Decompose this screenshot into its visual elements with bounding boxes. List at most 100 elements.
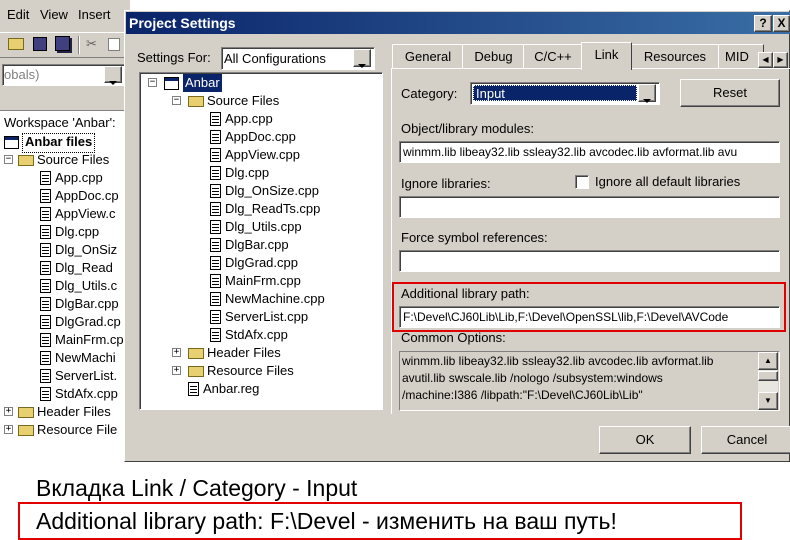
expand-toggle-icon[interactable]: − xyxy=(4,155,13,164)
menu-insert[interactable]: Insert xyxy=(78,7,111,22)
file-icon xyxy=(210,220,221,234)
tree-folder-item[interactable]: Source Files xyxy=(207,92,279,110)
tab-general[interactable]: General xyxy=(392,44,464,69)
common-options-line: winmm.lib libeay32.lib ssleay32.lib avco… xyxy=(402,354,714,368)
tree-folder-item[interactable]: Source Files xyxy=(37,151,109,169)
common-options-box[interactable]: winmm.lib libeay32.lib ssleay32.lib avco… xyxy=(399,351,780,411)
help-button[interactable]: ? xyxy=(754,15,772,32)
ignore-all-checkbox[interactable] xyxy=(575,175,589,189)
scroll-thumb[interactable] xyxy=(758,371,778,381)
tree-file-item[interactable]: DlgGrad.cpp xyxy=(225,254,298,272)
expand-toggle-icon[interactable]: + xyxy=(4,425,13,434)
category-dropdown[interactable] xyxy=(638,84,656,103)
menu-view[interactable]: View xyxy=(40,7,68,22)
tab-debug[interactable]: Debug xyxy=(462,44,525,69)
project-icon xyxy=(164,77,179,90)
tab-resources[interactable]: Resources xyxy=(630,44,720,69)
object-modules-label: Object/library modules: xyxy=(401,121,534,136)
expand-toggle-icon[interactable]: + xyxy=(4,407,13,416)
tree-file-item[interactable]: App.cpp xyxy=(225,110,273,128)
ok-button[interactable]: OK xyxy=(599,426,691,454)
tree-file-item[interactable]: DlgBar.cpp xyxy=(225,236,289,254)
tree-file-item[interactable]: DlgBar.cpp xyxy=(55,295,119,313)
save-all-icon[interactable] xyxy=(55,36,70,51)
tree-file-item[interactable]: Dlg_Utils.cpp xyxy=(225,218,302,236)
tree-file-item[interactable]: App.cpp xyxy=(55,169,103,187)
file-icon xyxy=(188,382,199,396)
open-icon[interactable] xyxy=(8,38,24,50)
cut-icon[interactable]: ✂ xyxy=(86,36,97,52)
ignore-all-label: Ignore all default libraries xyxy=(595,174,741,189)
tree-file-item[interactable]: Anbar.reg xyxy=(203,380,259,398)
tree-folder-item[interactable]: Header Files xyxy=(37,403,111,421)
dialog-title: Project Settings xyxy=(129,15,236,31)
file-icon xyxy=(210,112,221,126)
tree-file-item[interactable]: NewMachine.cpp xyxy=(225,290,325,308)
save-icon[interactable] xyxy=(33,37,47,51)
tree-file-item[interactable]: ServerList. xyxy=(55,367,117,385)
tab-c-c-[interactable]: C/C++ xyxy=(523,44,583,69)
common-options-scrollbar[interactable]: ▲ ▼ xyxy=(758,352,778,410)
tree-file-item[interactable]: AppDoc.cpp xyxy=(225,128,296,146)
ide-combo-value: obals) xyxy=(4,67,40,82)
category-combo[interactable]: Input xyxy=(470,82,660,105)
tree-file-item[interactable]: Dlg.cpp xyxy=(55,223,99,241)
tree-folder-item[interactable]: Resource Files xyxy=(207,362,294,380)
tree-file-item[interactable]: Dlg.cpp xyxy=(225,164,269,182)
tree-file-item[interactable]: StdAfx.cpp xyxy=(225,326,288,344)
ide-combo-dropdown[interactable] xyxy=(104,66,122,85)
ide-combo[interactable]: obals) xyxy=(2,64,126,86)
ide-menu-bar: Edit View Insert xyxy=(0,4,130,26)
file-icon xyxy=(40,261,51,275)
menu-edit[interactable]: Edit xyxy=(7,7,29,22)
copy-icon[interactable] xyxy=(108,38,120,51)
tree-file-item[interactable]: Dlg_ReadTs.cpp xyxy=(225,200,320,218)
tab-scroll-left-button[interactable]: ◀ xyxy=(758,52,773,68)
tree-file-item[interactable]: MainFrm.cpp xyxy=(225,272,301,290)
tree-file-item[interactable]: DlgGrad.cp xyxy=(55,313,121,331)
tab-scroll-right-button[interactable]: ▶ xyxy=(773,52,788,68)
tree-file-item[interactable]: Dlg_Utils.c xyxy=(55,277,117,295)
expand-toggle-icon[interactable]: + xyxy=(172,348,181,357)
settings-for-dropdown[interactable] xyxy=(353,49,371,68)
tree-file-item[interactable]: AppView.c xyxy=(55,205,115,223)
tab-link[interactable]: Link xyxy=(581,42,632,70)
tree-file-item[interactable]: NewMachi xyxy=(55,349,116,367)
cancel-button[interactable]: Cancel xyxy=(701,426,790,454)
file-icon xyxy=(210,274,221,288)
close-button[interactable]: X xyxy=(773,15,790,32)
settings-tree[interactable]: − Anbar − Source Files App.cpp AppDoc.cpp AppV… xyxy=(139,72,383,410)
scroll-down-button[interactable]: ▼ xyxy=(758,392,778,410)
chevron-down-icon xyxy=(643,99,651,103)
tree-file-item[interactable]: Dlg_OnSiz xyxy=(55,241,117,259)
reset-button[interactable]: Reset xyxy=(680,79,780,107)
file-icon xyxy=(40,189,51,203)
tree-folder-item[interactable]: Resource File xyxy=(37,421,117,439)
object-modules-input[interactable]: winmm.lib libeay32.lib ssleay32.lib avco… xyxy=(399,141,780,163)
expand-toggle-icon[interactable]: − xyxy=(172,96,181,105)
tree-folder-item[interactable]: Header Files xyxy=(207,344,281,362)
tree-file-item[interactable]: Dlg_OnSize.cpp xyxy=(225,182,319,200)
force-symbol-input[interactable] xyxy=(399,250,780,272)
ignore-libraries-input[interactable] xyxy=(399,196,780,218)
file-icon xyxy=(40,351,51,365)
category-value: Input xyxy=(476,86,505,101)
tree-file-item[interactable]: Dlg_Read xyxy=(55,259,113,277)
ok-label: OK xyxy=(635,432,655,447)
tree-project-item[interactable]: Anbar xyxy=(183,74,222,92)
settings-for-combo[interactable]: All Configurations xyxy=(221,47,375,70)
project-icon xyxy=(4,136,19,149)
file-icon xyxy=(210,202,221,216)
expand-toggle-icon[interactable]: − xyxy=(148,78,157,87)
tree-file-item[interactable]: MainFrm.cp xyxy=(55,331,124,349)
tree-file-item[interactable]: ServerList.cpp xyxy=(225,308,308,326)
project-label[interactable]: Anbar files xyxy=(22,133,96,153)
settings-for-label: Settings For: xyxy=(137,50,211,65)
tree-file-item[interactable]: AppView.cpp xyxy=(225,146,300,164)
tree-file-item[interactable]: StdAfx.cpp xyxy=(55,385,118,403)
tree-file-item[interactable]: AppDoc.cp xyxy=(55,187,119,205)
caption-line-2: Additional library path: F:\Devel - изме… xyxy=(36,508,617,534)
scroll-up-button[interactable]: ▲ xyxy=(758,352,778,370)
expand-toggle-icon[interactable]: + xyxy=(172,366,181,375)
file-icon xyxy=(40,333,51,347)
